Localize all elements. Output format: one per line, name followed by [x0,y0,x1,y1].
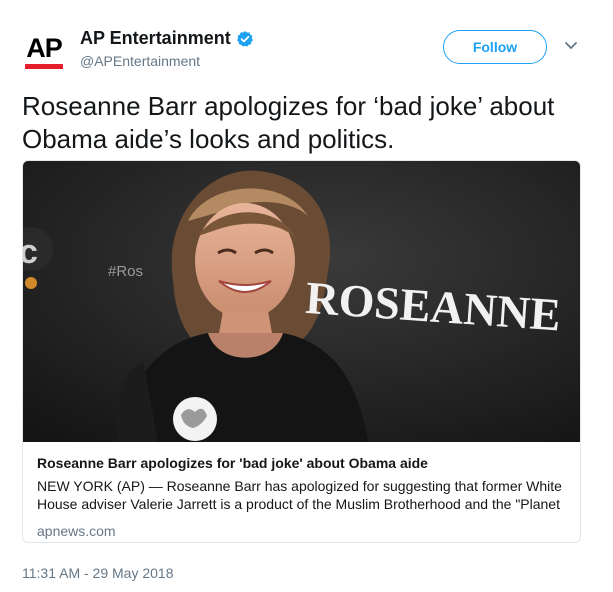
tweet-timestamp[interactable]: 11:31 AM - 29 May 2018 [22,565,174,581]
card-description-line: NEW YORK (AP) — Roseanne Barr has apolog… [37,478,562,494]
ap-logo-text: AP [26,32,63,63]
account-name-row: AP Entertainment [80,28,254,49]
svg-text:c: c [23,233,38,271]
link-card[interactable]: c #Ros ROSEANNE Roseanne Barr apologizes… [22,160,581,543]
follow-button[interactable]: Follow [443,30,547,64]
card-description-line: House adviser Valerie Jarrett is a produ… [37,496,560,512]
display-name[interactable]: AP Entertainment [80,28,231,49]
card-description: NEW YORK (AP) — Roseanne Barr has apolog… [37,477,572,513]
svg-text:#Ros: #Ros [108,263,143,280]
tweet-text: Roseanne Barr apologizes for ‘bad joke’ … [22,91,555,154]
article-photo: c #Ros ROSEANNE [23,161,580,442]
chevron-down-icon[interactable] [563,40,579,52]
card-body: Roseanne Barr apologizes for 'bad joke' … [37,453,572,539]
card-domain[interactable]: apnews.com [37,523,572,539]
avatar[interactable]: AP [22,30,66,74]
ap-logo-bar [25,63,63,69]
account-handle[interactable]: @APEntertainment [80,53,200,69]
verified-badge-icon [236,30,253,47]
card-title[interactable]: Roseanne Barr apologizes for 'bad joke' … [37,453,572,473]
